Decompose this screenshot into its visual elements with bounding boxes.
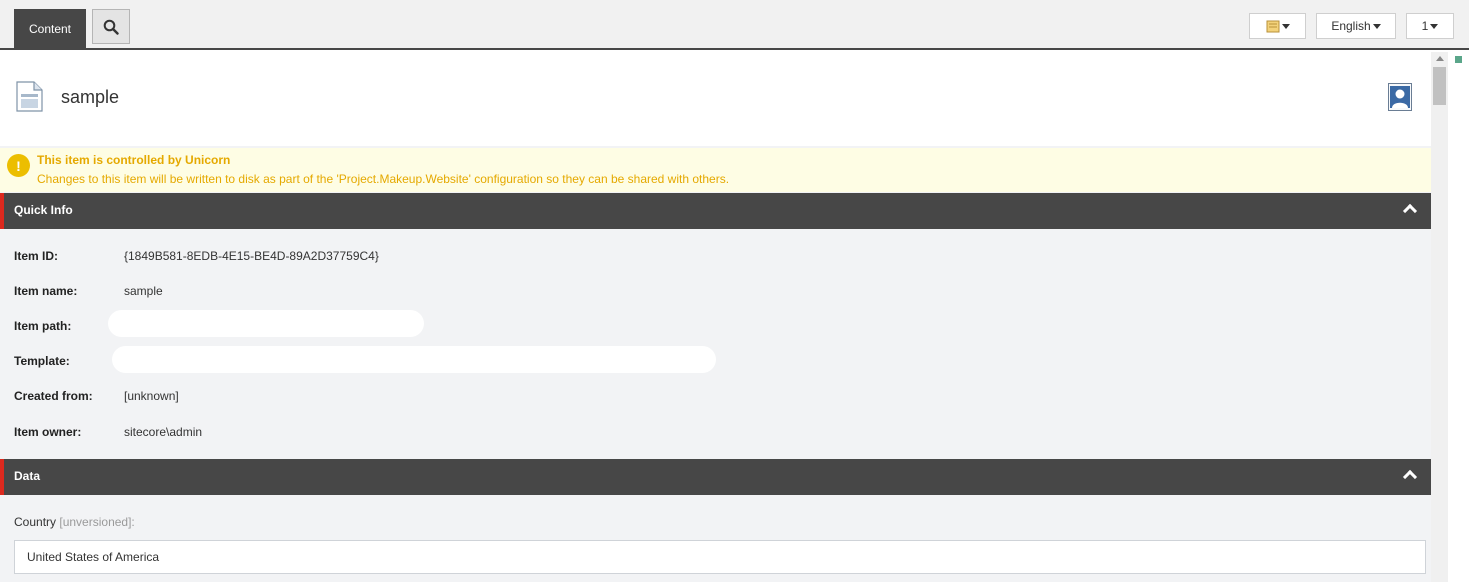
unicorn-warning: ! This item is controlled by Unicorn Cha… — [0, 148, 1431, 192]
document-icon — [16, 81, 43, 112]
info-value: [unknown] — [124, 389, 179, 403]
warning-title: This item is controlled by Unicorn — [37, 153, 231, 167]
info-value: sitecore\admin — [124, 425, 203, 439]
search-button[interactable] — [92, 9, 130, 44]
country-label-text: Country — [14, 515, 57, 529]
content-editor: sample ! This item is controlled by Unic… — [0, 52, 1431, 582]
status-marker — [1455, 56, 1462, 63]
page-title: sample — [61, 87, 120, 107]
info-label: Item owner: — [14, 425, 82, 439]
warning-icon: ! — [7, 154, 30, 177]
section-quick-info[interactable]: Quick Info — [0, 193, 1431, 229]
item-header: sample — [0, 52, 1431, 146]
info-value: {1849B581-8EDB-4E15-BE4D-89A2D37759C4} — [124, 249, 379, 263]
search-icon — [103, 19, 119, 35]
tab-content[interactable]: Content — [14, 9, 86, 49]
section-data[interactable]: Data — [0, 459, 1431, 495]
country-value: United States of America — [27, 550, 160, 564]
section-title: Data — [14, 469, 41, 483]
country-label: Country [unversioned]: — [14, 515, 135, 529]
redacted-item-path — [108, 310, 424, 337]
version-dropdown[interactable]: 1 — [1406, 13, 1454, 39]
language-dropdown[interactable]: English — [1316, 13, 1396, 39]
info-label: Created from: — [14, 389, 93, 403]
user-icon — [1390, 86, 1410, 108]
chevron-up-icon[interactable] — [1402, 469, 1418, 485]
chevron-up-icon[interactable] — [1402, 203, 1418, 219]
info-label: Item name: — [14, 284, 78, 298]
user-button[interactable] — [1388, 83, 1412, 111]
scroll-up-icon[interactable] — [1436, 56, 1444, 61]
label-colon: : — [131, 515, 135, 529]
country-field[interactable]: United States of America — [14, 540, 1426, 574]
language-label: English — [1331, 19, 1371, 33]
top-toolbar: Content English 1 — [0, 0, 1469, 50]
info-label: Template: — [14, 354, 70, 368]
chevron-down-icon — [1430, 23, 1439, 29]
redacted-template — [112, 346, 716, 373]
chevron-down-icon — [1281, 23, 1290, 29]
book-icon — [1266, 20, 1279, 32]
warning-message: Changes to this item will be written to … — [37, 172, 730, 186]
info-label: Item path: — [14, 319, 72, 333]
section-title: Quick Info — [14, 203, 73, 217]
vertical-scrollbar[interactable] — [1431, 52, 1448, 582]
info-label: Item ID: — [14, 249, 59, 263]
version-label: 1 — [1421, 19, 1429, 33]
chevron-down-icon — [1372, 23, 1381, 29]
bookmark-dropdown[interactable] — [1249, 13, 1306, 39]
scroll-thumb[interactable] — [1433, 67, 1446, 105]
info-value: sample — [124, 284, 163, 298]
unversioned-tag: [unversioned] — [59, 515, 132, 529]
